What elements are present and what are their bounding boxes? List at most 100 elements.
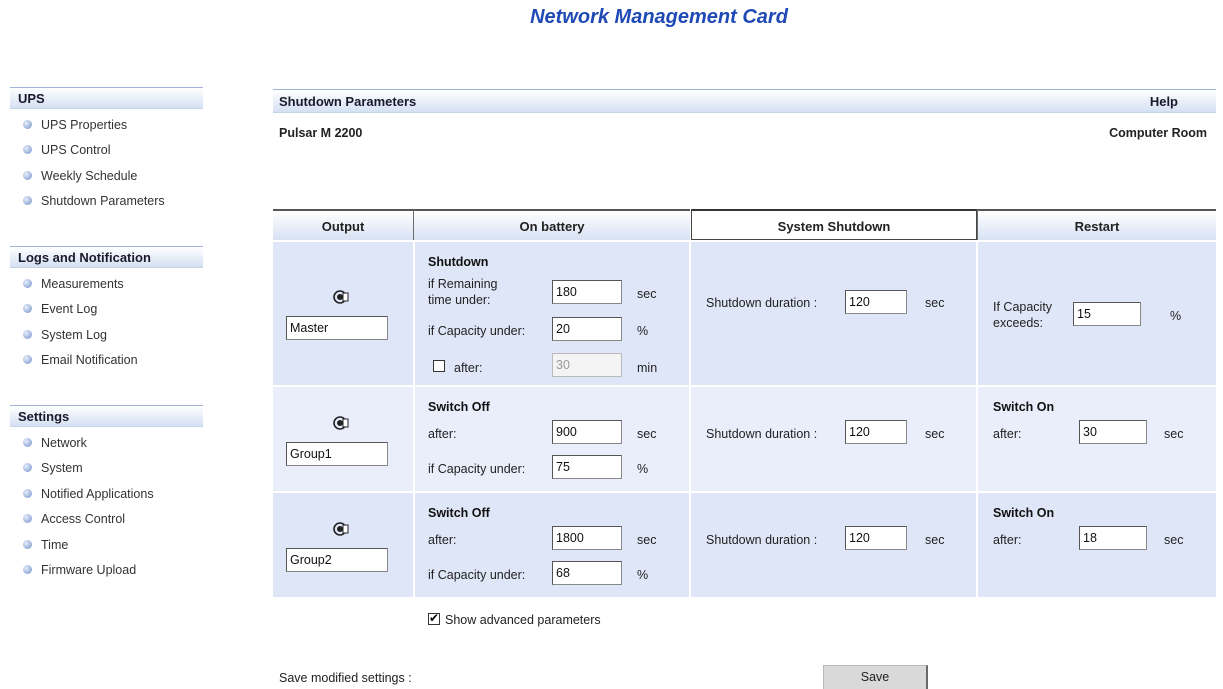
cell-divider bbox=[976, 242, 978, 385]
sidebar-section-logs: Logs and Notification Measurements Event… bbox=[10, 246, 203, 374]
cell-divider bbox=[689, 242, 691, 385]
column-header-output: Output bbox=[273, 209, 413, 240]
help-link[interactable]: Help bbox=[1150, 90, 1178, 114]
remaining-time-label-line1: if Remaining bbox=[428, 277, 498, 291]
bullet-icon bbox=[23, 196, 32, 206]
sidebar-item-measurements[interactable]: Measurements bbox=[10, 272, 203, 297]
bullet-icon bbox=[23, 145, 32, 155]
sidebar-section-ups: UPS UPS Properties UPS Control Weekly Sc… bbox=[10, 87, 203, 215]
shutdown-duration-unit: sec bbox=[925, 296, 945, 310]
table-row-group2: Switch Off after: sec if Capacity under:… bbox=[273, 493, 1216, 597]
shutdown-duration-input[interactable] bbox=[845, 420, 907, 444]
bullet-icon bbox=[23, 355, 32, 365]
output-icon bbox=[333, 290, 349, 304]
capacity-under-label: if Capacity under: bbox=[428, 462, 526, 476]
switch-off-after-input[interactable] bbox=[552, 420, 622, 444]
capacity-under-unit: % bbox=[637, 324, 649, 338]
sidebar-item-firmware-upload[interactable]: Firmware Upload bbox=[10, 558, 203, 583]
device-name: Pulsar M 2200 bbox=[279, 126, 363, 140]
sidebar-item-notified-applications[interactable]: Notified Applications bbox=[10, 482, 203, 507]
remaining-time-unit: sec bbox=[637, 287, 657, 301]
switch-off-after-unit: sec bbox=[637, 533, 657, 547]
cell-divider bbox=[689, 493, 691, 597]
column-divider bbox=[413, 209, 414, 240]
column-header-restart: Restart bbox=[978, 209, 1216, 240]
bullet-icon bbox=[23, 120, 32, 129]
switch-on-after-input[interactable] bbox=[1079, 420, 1147, 444]
remaining-time-label-line2: time under: bbox=[428, 293, 491, 307]
capacity-under-input[interactable] bbox=[552, 455, 622, 479]
cell-divider bbox=[976, 387, 978, 491]
capacity-under-label: if Capacity under: bbox=[428, 568, 526, 582]
switch-off-after-input[interactable] bbox=[552, 526, 622, 550]
table-row-group1: Switch Off after: sec if Capacity under:… bbox=[273, 387, 1216, 491]
shutdown-duration-unit: sec bbox=[925, 427, 945, 441]
shutdown-duration-unit: sec bbox=[925, 533, 945, 547]
save-button[interactable]: Save bbox=[823, 665, 928, 689]
page-header-bar: Shutdown Parameters Help bbox=[273, 89, 1216, 113]
shutdown-duration-label: Shutdown duration : bbox=[706, 533, 818, 547]
switch-off-after-unit: sec bbox=[637, 427, 657, 441]
cell-divider bbox=[413, 242, 415, 385]
device-location: Computer Room bbox=[1109, 126, 1207, 140]
save-settings-label: Save modified settings : bbox=[279, 671, 412, 685]
output-name-master-input[interactable] bbox=[286, 316, 388, 340]
sidebar-item-time[interactable]: Time bbox=[10, 533, 203, 558]
switch-off-title: Switch Off bbox=[428, 506, 490, 520]
bullet-icon bbox=[23, 438, 32, 447]
switch-on-after-unit: sec bbox=[1164, 533, 1184, 547]
switch-on-after-label: after: bbox=[993, 533, 1022, 547]
table-row-master: Shutdown if Remaining time under: sec if… bbox=[273, 242, 1216, 385]
shutdown-duration-label: Shutdown duration : bbox=[706, 296, 818, 310]
column-divider bbox=[977, 209, 978, 240]
after-checkbox[interactable] bbox=[433, 360, 445, 372]
switch-on-title: Switch On bbox=[993, 400, 1055, 414]
restart-capacity-label-line1: If Capacity bbox=[993, 300, 1053, 314]
switch-off-after-label: after: bbox=[428, 533, 457, 547]
switch-on-after-input[interactable] bbox=[1079, 526, 1147, 550]
capacity-under-unit: % bbox=[637, 462, 649, 476]
after-minutes-input[interactable] bbox=[552, 353, 622, 377]
shutdown-duration-label: Shutdown duration : bbox=[706, 427, 818, 441]
cell-divider bbox=[413, 387, 415, 491]
sidebar-item-ups-properties[interactable]: UPS Properties bbox=[10, 113, 203, 138]
switch-on-title: Switch On bbox=[993, 506, 1055, 520]
sidebar-item-weekly-schedule[interactable]: Weekly Schedule bbox=[10, 164, 203, 189]
shutdown-parameters-table: Output On battery System Shutdown Restar… bbox=[273, 209, 1216, 599]
sidebar-item-network[interactable]: Network bbox=[10, 431, 203, 456]
output-icon bbox=[333, 416, 349, 430]
shutdown-title: Shutdown bbox=[428, 255, 489, 269]
sidebar-item-email-notification[interactable]: Email Notification bbox=[10, 348, 203, 373]
sidebar-section-settings: Settings Network System Notified Applica… bbox=[10, 405, 203, 583]
switch-off-after-label: after: bbox=[428, 427, 457, 441]
sidebar-header-logs: Logs and Notification bbox=[10, 246, 203, 268]
bullet-icon bbox=[23, 170, 32, 180]
cell-divider bbox=[976, 493, 978, 597]
output-name-group2-input[interactable] bbox=[286, 548, 388, 572]
capacity-under-label: if Capacity under: bbox=[428, 324, 526, 338]
bullet-icon bbox=[23, 514, 32, 524]
cell-divider bbox=[413, 493, 415, 597]
column-header-on-battery: On battery bbox=[414, 209, 690, 240]
sidebar-item-system-log[interactable]: System Log bbox=[10, 323, 203, 348]
shutdown-duration-input[interactable] bbox=[845, 526, 907, 550]
bullet-icon bbox=[23, 539, 32, 549]
sidebar-item-system[interactable]: System bbox=[10, 456, 203, 481]
capacity-under-input[interactable] bbox=[552, 561, 622, 585]
capacity-under-input[interactable] bbox=[552, 317, 622, 341]
sidebar-item-access-control[interactable]: Access Control bbox=[10, 507, 203, 532]
restart-capacity-input[interactable] bbox=[1073, 302, 1141, 326]
shutdown-duration-input[interactable] bbox=[845, 290, 907, 314]
sidebar-header-settings: Settings bbox=[10, 405, 203, 427]
sidebar-item-ups-control[interactable]: UPS Control bbox=[10, 138, 203, 163]
sidebar-item-shutdown-parameters[interactable]: Shutdown Parameters bbox=[10, 189, 203, 214]
switch-on-after-label: after: bbox=[993, 427, 1022, 441]
after-label: after: bbox=[454, 361, 483, 375]
restart-capacity-unit: % bbox=[1170, 309, 1182, 323]
capacity-under-unit: % bbox=[637, 568, 649, 582]
sidebar-item-event-log[interactable]: Event Log bbox=[10, 297, 203, 322]
remaining-time-input[interactable] bbox=[552, 280, 622, 304]
cell-divider bbox=[689, 387, 691, 491]
output-name-group1-input[interactable] bbox=[286, 442, 388, 466]
show-advanced-checkbox[interactable] bbox=[428, 611, 440, 625]
